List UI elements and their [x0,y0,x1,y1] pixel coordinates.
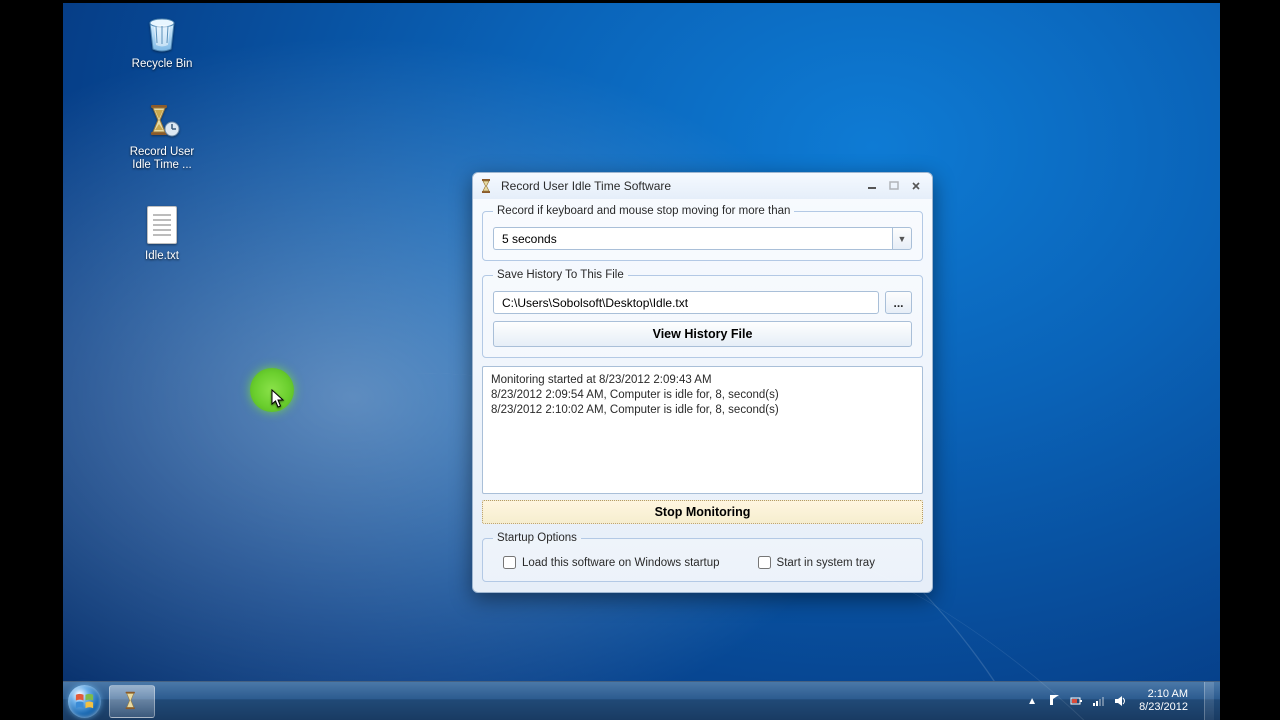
recycle-bin-icon [140,11,184,55]
savefile-group: Save History To This File ... View Histo… [482,269,923,358]
threshold-combobox[interactable]: ▼ [493,227,912,250]
startup-tray-checkbox[interactable]: Start in system tray [758,556,875,569]
tray-power-icon[interactable] [1069,694,1083,708]
browse-button[interactable]: ... [885,291,912,314]
cursor-arrow-icon [271,389,285,409]
desktop-icon-textfile[interactable]: Idle.txt [123,203,201,263]
desktop-icon-label: Record User Idle Time ... [123,146,201,172]
chevron-down-icon[interactable]: ▼ [892,227,912,250]
desktop: Recycle Bin Record User Idle Time ... Id… [63,3,1220,720]
taskbar: ▲ 2:10 AM 8/23/2012 [63,681,1220,720]
desktop-icon-label: Idle.txt [123,250,201,263]
app-window: Record User Idle Time Software Record if… [472,172,933,593]
hourglass-icon [140,99,184,143]
window-title: Record User Idle Time Software [501,179,860,193]
log-output: Monitoring started at 8/23/2012 2:09:43 … [482,366,923,494]
hourglass-icon [121,690,143,712]
startup-load-checkbox[interactable]: Load this software on Windows startup [503,556,720,569]
start-button[interactable] [63,682,105,720]
checkbox-input[interactable] [503,556,516,569]
app-icon [479,178,495,194]
titlebar[interactable]: Record User Idle Time Software [473,173,932,199]
tray-action-center-icon[interactable] [1047,694,1061,708]
view-history-button[interactable]: View History File [493,321,912,347]
checkbox-input[interactable] [758,556,771,569]
desktop-icon-recycle-bin[interactable]: Recycle Bin [123,11,201,71]
checkbox-label: Load this software on Windows startup [522,557,720,569]
checkbox-label: Start in system tray [777,557,875,569]
threshold-value[interactable] [493,227,892,250]
startup-legend: Startup Options [493,532,581,544]
stop-monitoring-button[interactable]: Stop Monitoring [482,500,923,524]
startup-group: Startup Options Load this software on Wi… [482,532,923,582]
threshold-legend: Record if keyboard and mouse stop moving… [493,205,794,217]
close-button[interactable] [906,179,926,193]
desktop-icon-app-shortcut[interactable]: Record User Idle Time ... [123,99,201,172]
tray-volume-icon[interactable] [1113,694,1127,708]
taskbar-item-app[interactable] [109,685,155,718]
savefile-legend: Save History To This File [493,269,628,281]
threshold-group: Record if keyboard and mouse stop moving… [482,205,923,261]
show-desktop-button[interactable] [1204,682,1214,720]
clock-date: 8/23/2012 [1139,701,1188,714]
clock-time: 2:10 AM [1139,688,1188,701]
windows-logo-icon [68,685,101,718]
tray-show-hidden-icon[interactable]: ▲ [1025,694,1039,708]
minimize-button[interactable] [862,179,882,193]
textfile-icon [140,203,184,247]
tray-network-icon[interactable] [1091,694,1105,708]
taskbar-clock[interactable]: 2:10 AM 8/23/2012 [1135,688,1192,714]
desktop-icon-label: Recycle Bin [123,58,201,71]
savefile-path-input[interactable] [493,291,879,314]
system-tray: ▲ 2:10 AM 8/23/2012 [1019,682,1220,720]
maximize-button [884,179,904,193]
